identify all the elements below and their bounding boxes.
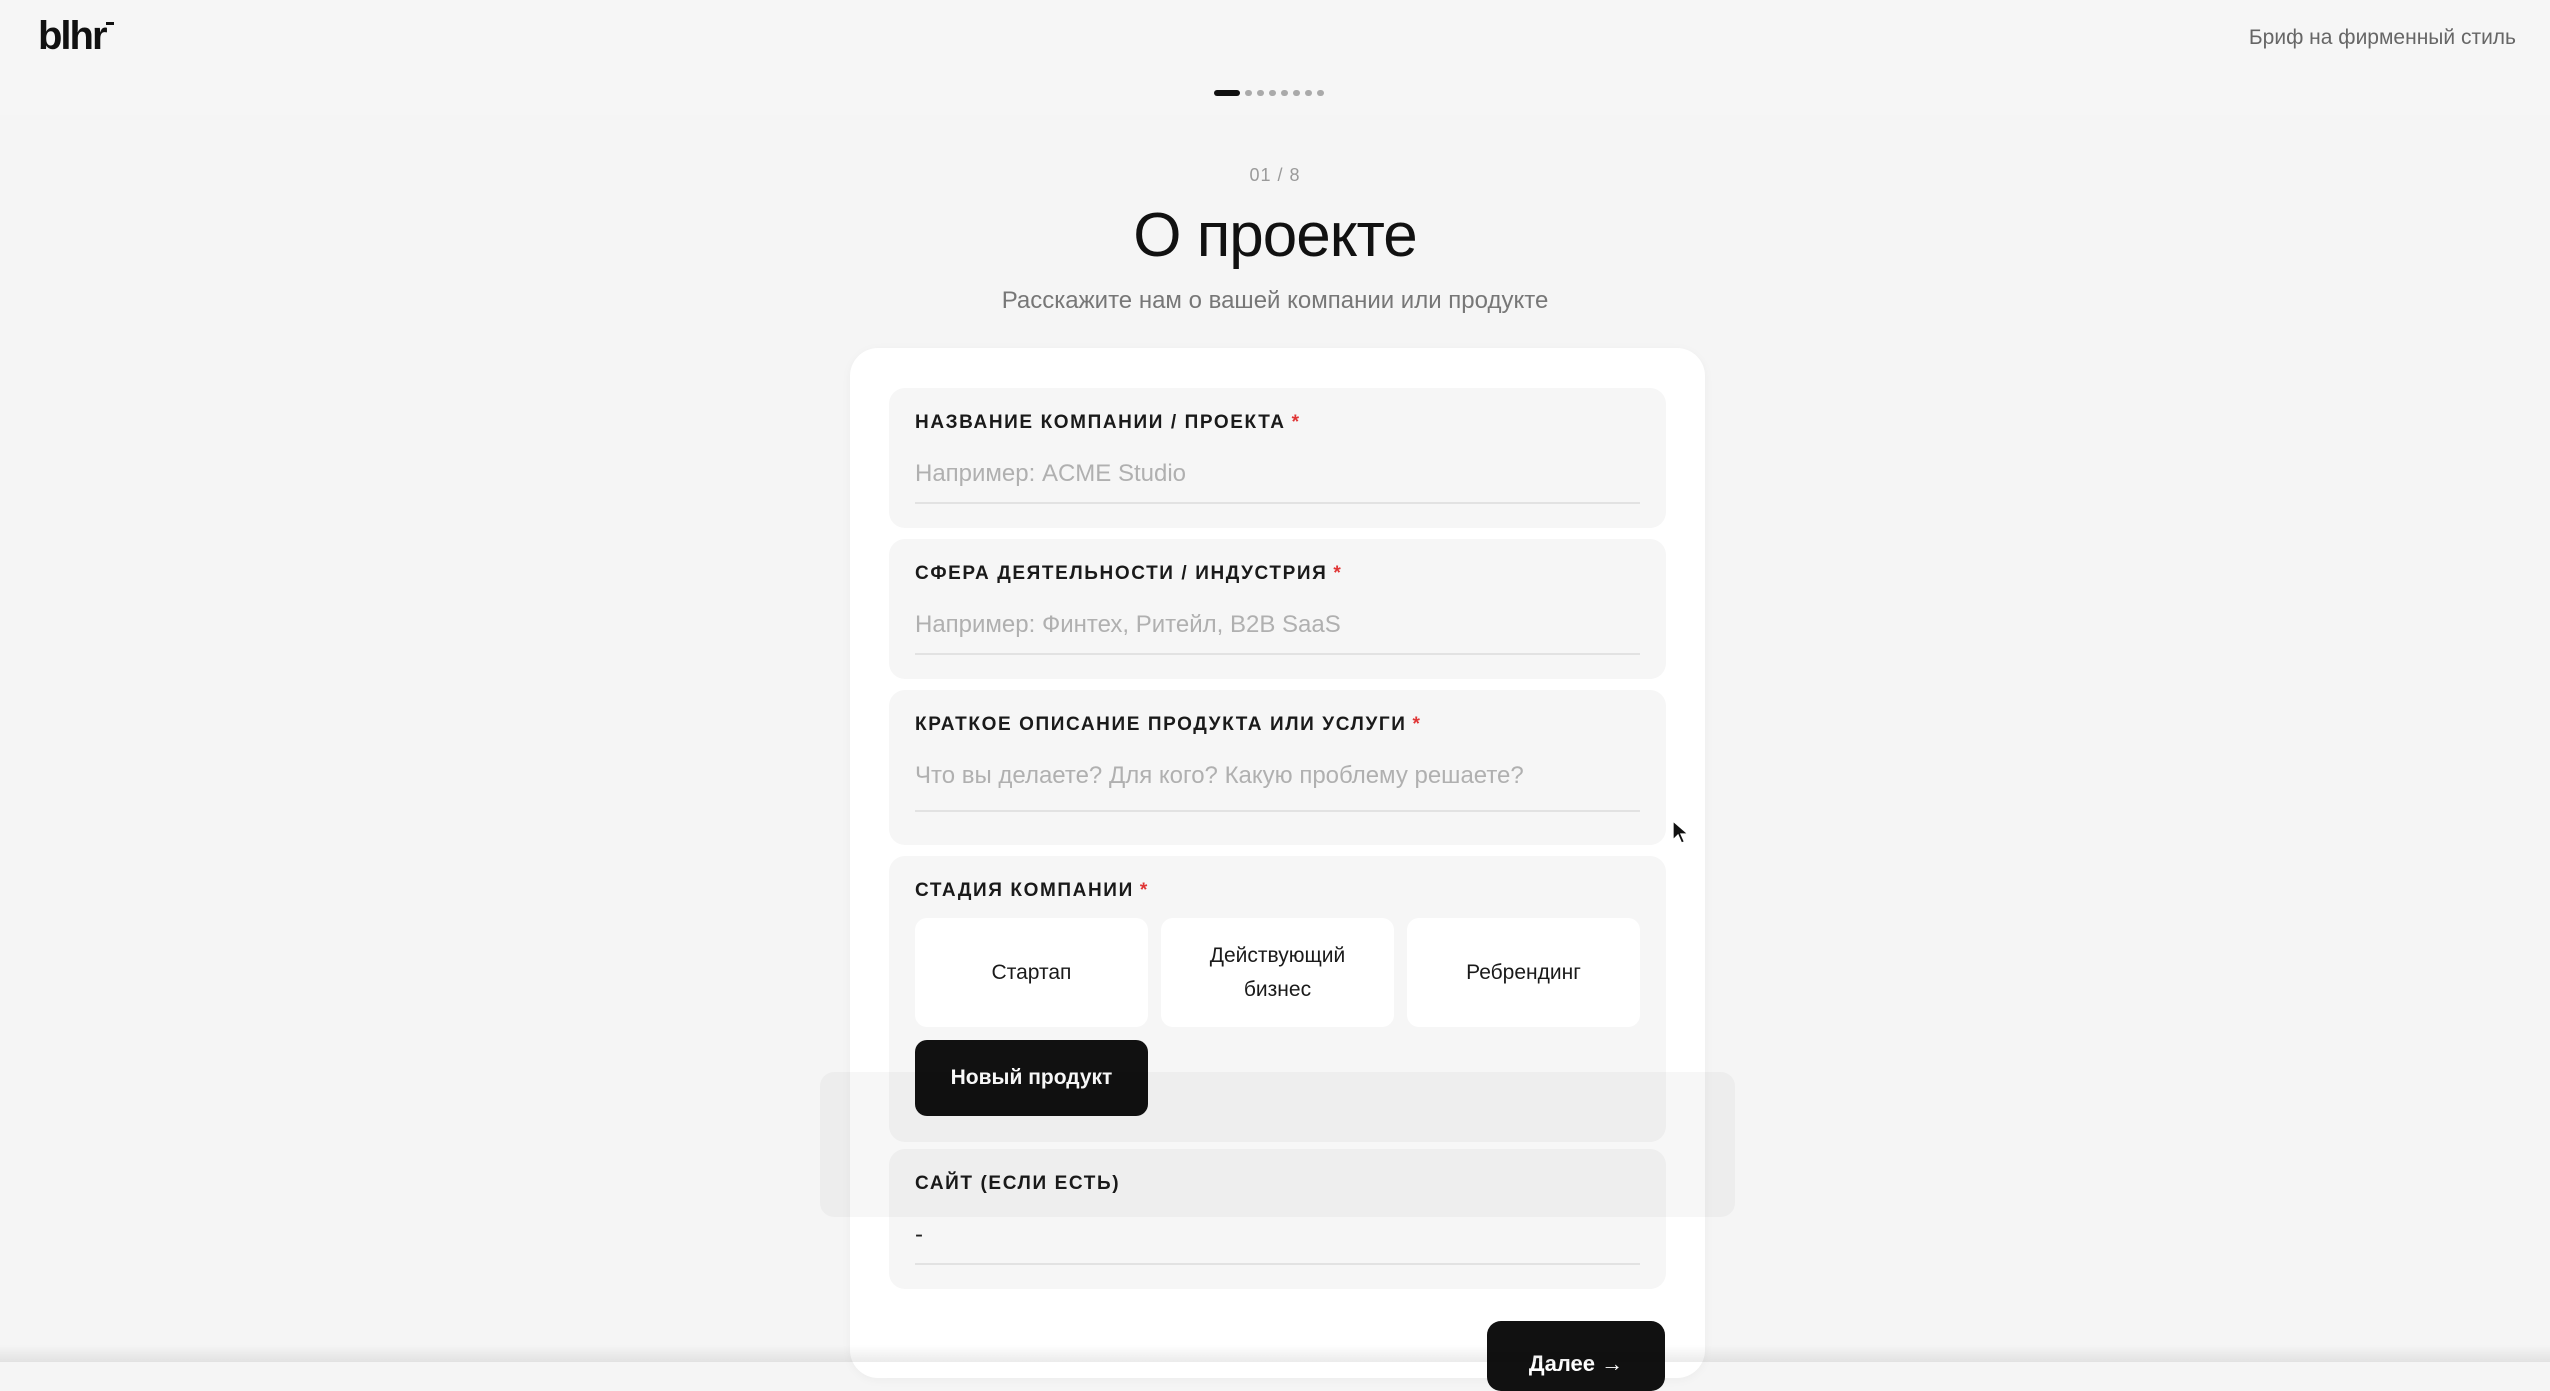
stage-option-startup[interactable]: Стартап bbox=[915, 918, 1148, 1027]
required-mark: * bbox=[1333, 563, 1343, 584]
stage-option-rebranding[interactable]: Ребрендинг bbox=[1407, 918, 1640, 1027]
page-subtitle: Расскажите нам о вашей компании или прод… bbox=[1001, 287, 1549, 314]
top-bar: blhr Бриф на фирменный стиль bbox=[0, 0, 2550, 115]
page-title: О проекте bbox=[1133, 201, 1417, 270]
progress-step-4[interactable] bbox=[1269, 90, 1276, 96]
bottom-shadow bbox=[0, 1345, 2550, 1362]
website-input[interactable] bbox=[915, 1221, 1640, 1265]
progress-step-3[interactable] bbox=[1257, 90, 1264, 96]
step-progress bbox=[1214, 90, 1324, 96]
logo[interactable]: blhr bbox=[38, 14, 108, 59]
mouse-pointer-icon bbox=[1672, 820, 1690, 844]
company-name-label: НАЗВАНИЕ КОМПАНИИ / ПРОЕКТА * bbox=[915, 412, 1301, 433]
required-mark: * bbox=[1291, 412, 1301, 433]
industry-field: СФЕРА ДЕЯТЕЛЬНОСТИ / ИНДУСТРИЯ * bbox=[889, 539, 1666, 679]
progress-step-5[interactable] bbox=[1281, 90, 1288, 96]
company-name-field: НАЗВАНИЕ КОМПАНИИ / ПРОЕКТА * bbox=[889, 388, 1666, 528]
required-mark: * bbox=[1139, 880, 1149, 901]
required-mark: * bbox=[1412, 714, 1422, 735]
video-controls-overlay bbox=[820, 1072, 1735, 1217]
company-stage-label: СТАДИЯ КОМПАНИИ * bbox=[915, 880, 1149, 901]
brief-title-link[interactable]: Бриф на фирменный стиль bbox=[2249, 26, 2516, 50]
stage-option-existing-business[interactable]: Действующий бизнес bbox=[1161, 918, 1394, 1027]
progress-step-7[interactable] bbox=[1305, 90, 1312, 96]
industry-label: СФЕРА ДЕЯТЕЛЬНОСТИ / ИНДУСТРИЯ * bbox=[915, 563, 1343, 584]
industry-input[interactable] bbox=[915, 611, 1640, 655]
step-counter: 01 / 8 bbox=[1249, 165, 1301, 185]
description-input[interactable] bbox=[915, 762, 1640, 812]
progress-step-8[interactable] bbox=[1317, 90, 1324, 96]
description-field: КРАТКОЕ ОПИСАНИЕ ПРОДУКТА ИЛИ УСЛУГИ * bbox=[889, 690, 1666, 845]
progress-step-2[interactable] bbox=[1245, 90, 1252, 96]
company-name-input[interactable] bbox=[915, 460, 1640, 504]
form-card: НАЗВАНИЕ КОМПАНИИ / ПРОЕКТА* СФЕРА ДЕЯТЕ… bbox=[850, 348, 1705, 1391]
logo-mark bbox=[106, 22, 114, 25]
progress-step-6[interactable] bbox=[1293, 90, 1300, 96]
progress-step-1[interactable] bbox=[1214, 90, 1240, 96]
description-label: КРАТКОЕ ОПИСАНИЕ ПРОДУКТА ИЛИ УСЛУГИ * bbox=[915, 714, 1422, 735]
